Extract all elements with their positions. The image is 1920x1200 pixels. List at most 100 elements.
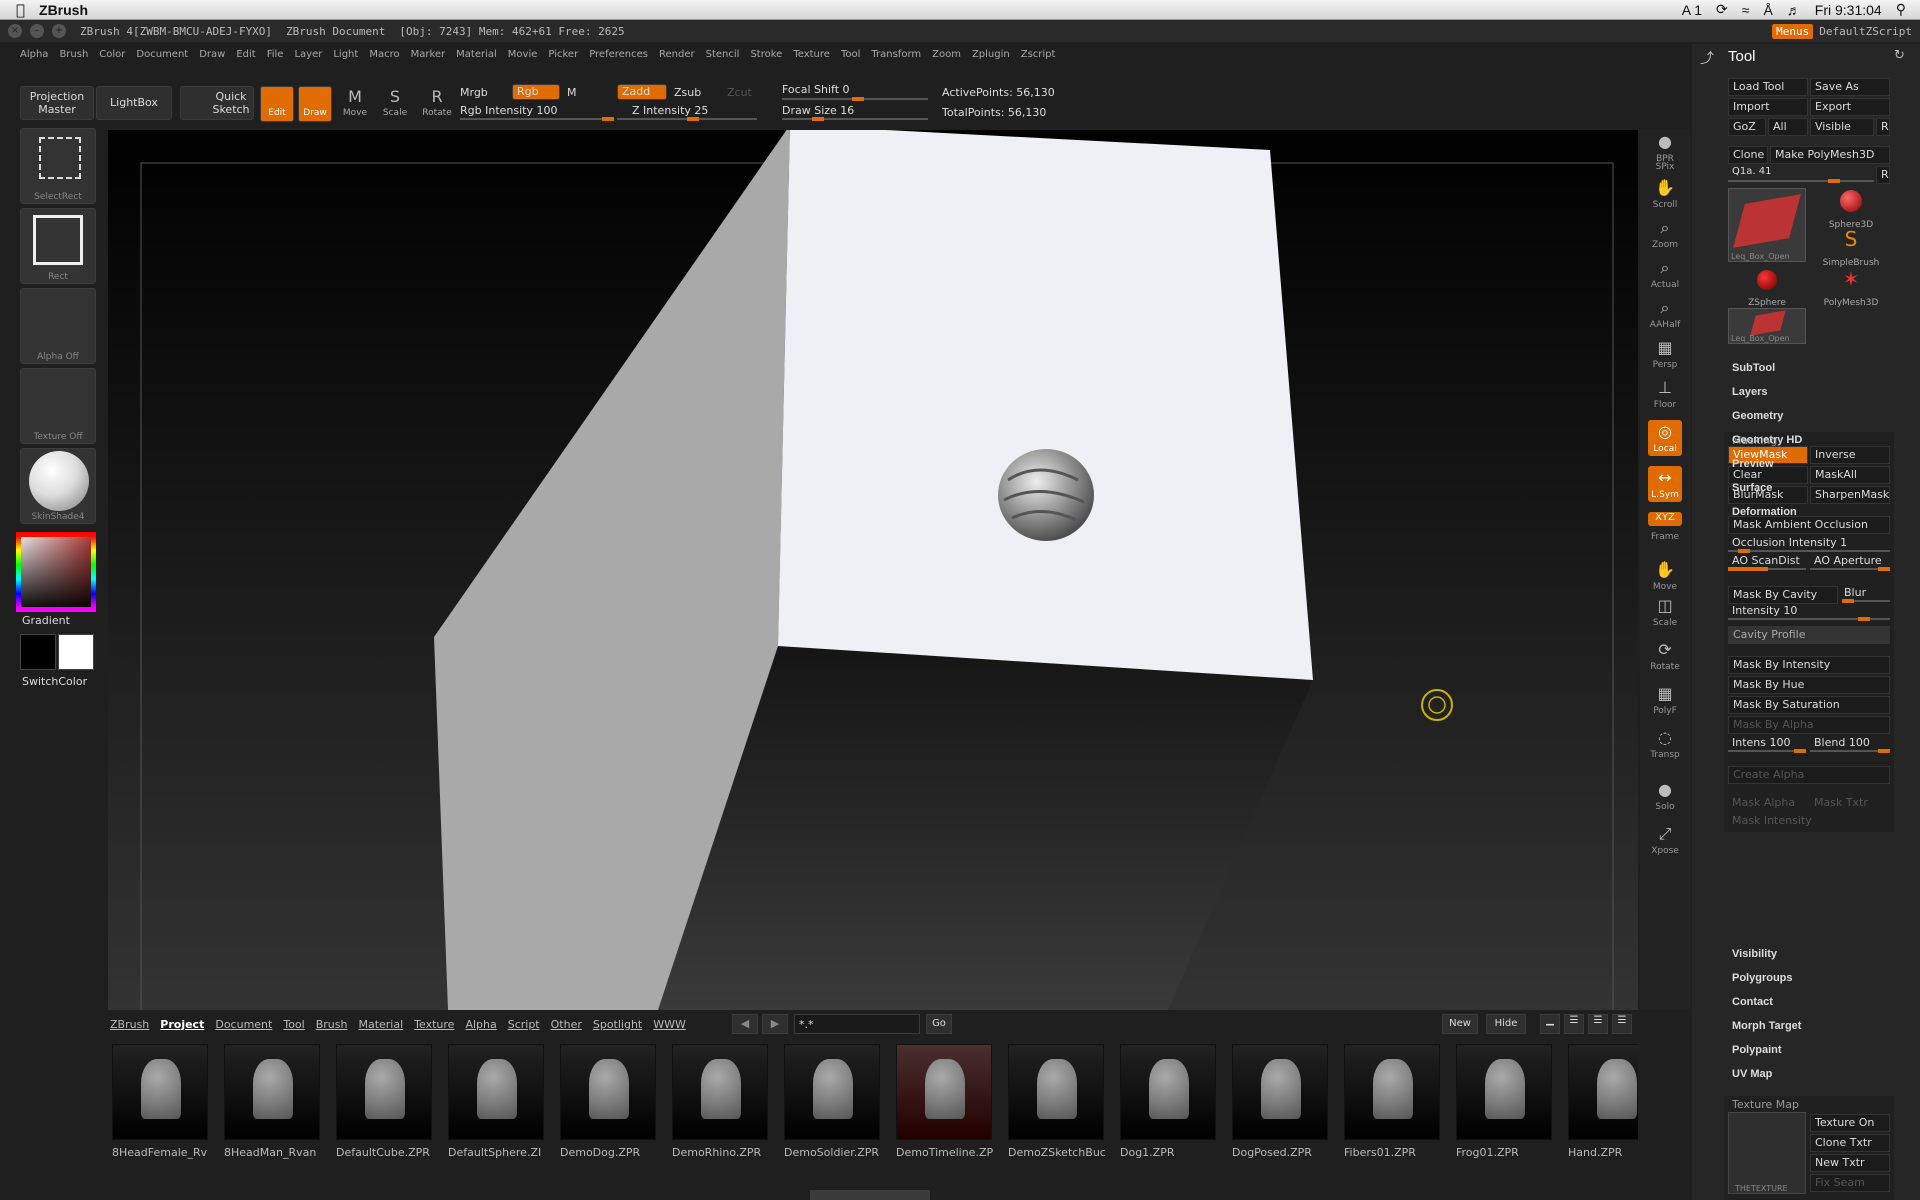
alpha-button[interactable]: Alpha Off bbox=[20, 288, 96, 364]
shelf-scale-button[interactable]: ◫ Scale bbox=[1648, 594, 1682, 630]
quick-sketch-button[interactable]: Quick Sketch bbox=[180, 86, 254, 120]
leq-box-tool[interactable]: Leq_Box_Open bbox=[1728, 308, 1806, 344]
clone-txtr-button[interactable]: Clone Txtr bbox=[1810, 1134, 1890, 1152]
section-surface[interactable]: Surface bbox=[1732, 482, 1772, 494]
texture-on-button[interactable]: Texture On bbox=[1810, 1114, 1890, 1132]
ao-scandist-track[interactable] bbox=[1728, 567, 1806, 571]
section-subtool[interactable]: SubTool bbox=[1732, 362, 1775, 374]
rotate-button[interactable]: R Rotate bbox=[420, 86, 454, 122]
section-layers[interactable]: Layers bbox=[1732, 386, 1767, 398]
tab-other[interactable]: Other bbox=[551, 1018, 582, 1031]
menu-marker[interactable]: Marker bbox=[411, 49, 446, 60]
lightbox-resize-handle[interactable] bbox=[810, 1190, 930, 1200]
mrgb-button[interactable]: Mrgb bbox=[460, 86, 488, 99]
shelf-scroll-button[interactable]: ✋ Scroll bbox=[1648, 176, 1682, 212]
shelf-floor-button[interactable]: ⊥ Floor bbox=[1648, 376, 1682, 412]
mask-intensity-slider[interactable]: Mask Intensity bbox=[1732, 814, 1812, 827]
rect-stroke[interactable]: Rect bbox=[20, 208, 96, 284]
lightbox-search-input[interactable] bbox=[794, 1014, 920, 1034]
go-button[interactable]: Go bbox=[926, 1014, 952, 1034]
ao-aperture-slider[interactable]: AO Aperture bbox=[1814, 554, 1882, 567]
shelf-solo-button[interactable]: ● Solo bbox=[1648, 778, 1682, 814]
minimize-icon[interactable]: – bbox=[30, 24, 44, 38]
occlusion-intensity-track[interactable] bbox=[1728, 549, 1890, 553]
palette-reset-icon[interactable]: ↻ bbox=[1894, 48, 1905, 63]
shelf-polyf-button[interactable]: ▦ PolyF bbox=[1648, 682, 1682, 718]
section-geometry-hd[interactable]: Geometry HD bbox=[1732, 434, 1802, 446]
section-geometry[interactable]: Geometry bbox=[1732, 410, 1783, 422]
file-thumb[interactable] bbox=[1232, 1044, 1328, 1140]
sync-icon[interactable]: ⟳ bbox=[1716, 1, 1728, 18]
menu-transform[interactable]: Transform bbox=[871, 49, 921, 60]
focal-shift-slider[interactable]: Focal Shift 0 bbox=[782, 83, 850, 96]
zsphere-tool[interactable]: ZSphere bbox=[1728, 268, 1806, 308]
file-thumb[interactable] bbox=[1456, 1044, 1552, 1140]
polymesh3d-tool[interactable]: ✶ PolyMesh3D bbox=[1812, 268, 1890, 308]
shelf-actual-button[interactable]: ⌕ Actual bbox=[1648, 256, 1682, 292]
make-polymesh-button[interactable]: Make PolyMesh3D bbox=[1770, 146, 1890, 164]
section-morph-target[interactable]: Morph Target bbox=[1732, 1020, 1801, 1032]
menu-layer[interactable]: Layer bbox=[294, 49, 322, 60]
material-button[interactable]: SkinShade4 bbox=[20, 448, 96, 524]
inverse-button[interactable]: Inverse bbox=[1810, 446, 1890, 464]
tab-brush[interactable]: Brush bbox=[316, 1018, 348, 1031]
mask-by-hue-button[interactable]: Mask By Hue bbox=[1728, 676, 1890, 694]
ao-scandist-slider[interactable]: AO ScanDist bbox=[1732, 554, 1800, 567]
draw-size-track[interactable] bbox=[782, 117, 928, 121]
tab-document[interactable]: Document bbox=[215, 1018, 272, 1031]
file-thumb[interactable] bbox=[1568, 1044, 1638, 1140]
load-tool-button[interactable]: Load Tool bbox=[1728, 78, 1808, 96]
file-thumb[interactable] bbox=[896, 1044, 992, 1140]
maskall-button[interactable]: MaskAll bbox=[1810, 466, 1890, 484]
mask-by-saturation-button[interactable]: Mask By Saturation bbox=[1728, 696, 1890, 714]
menu-brush[interactable]: Brush bbox=[59, 49, 88, 60]
canvas-3d-view[interactable] bbox=[108, 130, 1638, 1010]
section-deformation[interactable]: Deformation bbox=[1732, 506, 1797, 518]
file-thumb[interactable] bbox=[1008, 1044, 1104, 1140]
section-uv-map[interactable]: UV Map bbox=[1732, 1068, 1772, 1080]
menu-edit[interactable]: Edit bbox=[236, 49, 255, 60]
all-button[interactable]: All bbox=[1768, 118, 1808, 136]
move-button[interactable]: M Move bbox=[338, 86, 372, 122]
rgb-intensity-slider[interactable]: Rgb Intensity 100 bbox=[460, 104, 557, 117]
shelf-persp-button[interactable]: ▦ Persp bbox=[1648, 336, 1682, 372]
color-picker[interactable] bbox=[16, 532, 96, 612]
menus-button[interactable]: Menus bbox=[1772, 23, 1814, 39]
palette-title[interactable]: Tool bbox=[1728, 48, 1756, 65]
export-button[interactable]: Export bbox=[1810, 98, 1890, 116]
selectrect-brush[interactable]: SelectRect bbox=[20, 128, 96, 204]
mask-txtr-button[interactable]: Mask Txtr bbox=[1814, 796, 1868, 809]
m-button[interactable]: M bbox=[567, 86, 577, 99]
simplebrush-tool[interactable]: S SimpleBrush bbox=[1812, 228, 1890, 268]
texture-thumb[interactable]: THETEXTURE bbox=[1728, 1112, 1806, 1194]
fix-seam-button[interactable]: Fix Seam bbox=[1810, 1174, 1890, 1192]
new-txtr-button[interactable]: New Txtr bbox=[1810, 1154, 1890, 1172]
file-thumb[interactable] bbox=[224, 1044, 320, 1140]
shelf-bpr-button[interactable]: ● BPR bbox=[1648, 130, 1682, 166]
menu-draw[interactable]: Draw bbox=[199, 49, 225, 60]
intens-track[interactable] bbox=[1728, 749, 1806, 753]
new-button[interactable]: New bbox=[1442, 1014, 1478, 1034]
close-icon[interactable]: × bbox=[8, 24, 22, 38]
menu-file[interactable]: File bbox=[267, 49, 284, 60]
view-mode-1-icon[interactable]: ▁ bbox=[1540, 1014, 1560, 1034]
cavity-intensity-track[interactable] bbox=[1728, 617, 1890, 621]
tab-script[interactable]: Script bbox=[508, 1018, 540, 1031]
document-canvas[interactable] bbox=[108, 130, 1638, 1010]
ao-aperture-track[interactable] bbox=[1810, 567, 1890, 571]
blend-track[interactable] bbox=[1810, 749, 1890, 753]
view-mode-4-icon[interactable]: ☰ bbox=[1612, 1014, 1632, 1034]
create-alpha-button[interactable]: Create Alpha bbox=[1728, 766, 1890, 784]
shelf-zoom-button[interactable]: ⌕ Zoom bbox=[1648, 216, 1682, 252]
menu-tool[interactable]: Tool bbox=[841, 49, 860, 60]
menu-zplugin[interactable]: Zplugin bbox=[972, 49, 1010, 60]
cavity-intensity-slider[interactable]: Intensity 10 bbox=[1732, 604, 1797, 617]
texture-map-title[interactable]: Texture Map bbox=[1732, 1098, 1799, 1111]
zsub-button[interactable]: Zsub bbox=[674, 86, 701, 99]
apple-icon[interactable]:  bbox=[16, 1, 25, 19]
r-button-2[interactable]: R bbox=[1876, 166, 1890, 184]
spotlight-icon[interactable]: ⚲ bbox=[1896, 1, 1906, 18]
tool-slider[interactable]: Q1a. 41 bbox=[1732, 166, 1771, 177]
shelf-local-button[interactable]: ◎ Local bbox=[1648, 420, 1682, 456]
shelf-aahalf-button[interactable]: ⌕ AAHalf bbox=[1648, 296, 1682, 332]
